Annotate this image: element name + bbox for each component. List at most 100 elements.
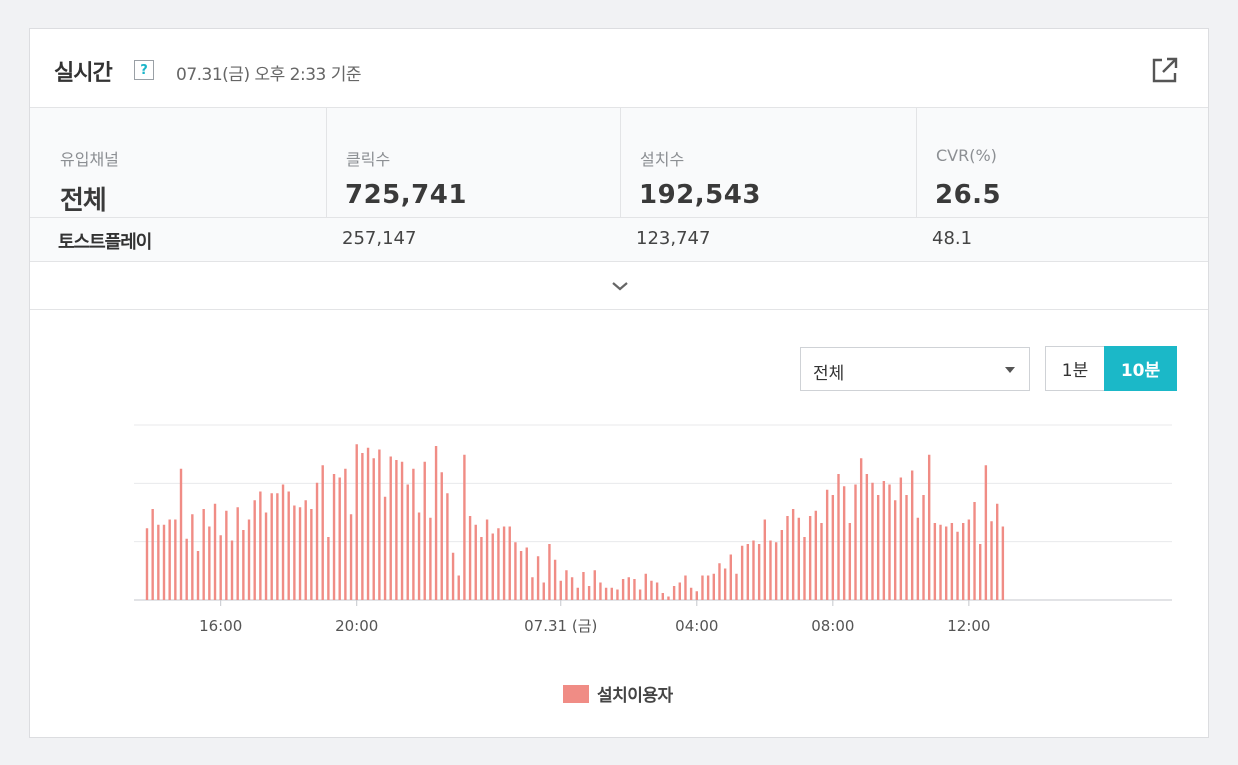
- bar[interactable]: [174, 519, 177, 601]
- interval-10min-button[interactable]: 10분: [1104, 346, 1177, 391]
- bar[interactable]: [763, 519, 767, 601]
- bar[interactable]: [820, 523, 823, 600]
- bar[interactable]: [627, 577, 630, 600]
- bar[interactable]: [270, 493, 273, 600]
- bar[interactable]: [780, 530, 784, 600]
- bar[interactable]: [383, 496, 387, 600]
- bar[interactable]: [429, 517, 432, 600]
- bar[interactable]: [157, 524, 160, 600]
- bar[interactable]: [525, 547, 528, 601]
- bar[interactable]: [587, 586, 591, 600]
- bar[interactable]: [939, 524, 942, 600]
- bar[interactable]: [225, 510, 228, 600]
- bar[interactable]: [757, 544, 761, 600]
- bar[interactable]: [859, 458, 863, 600]
- bar[interactable]: [712, 573, 715, 600]
- bar[interactable]: [933, 523, 937, 600]
- bar[interactable]: [553, 559, 557, 600]
- bar[interactable]: [548, 544, 551, 600]
- bar[interactable]: [542, 582, 545, 601]
- bar[interactable]: [287, 491, 290, 601]
- bar[interactable]: [259, 491, 262, 601]
- bar[interactable]: [202, 509, 205, 600]
- bar[interactable]: [355, 444, 358, 600]
- bar[interactable]: [684, 575, 687, 601]
- bar[interactable]: [604, 587, 608, 600]
- bar[interactable]: [219, 535, 222, 600]
- bar[interactable]: [276, 493, 279, 600]
- bar[interactable]: [973, 502, 976, 600]
- bar[interactable]: [593, 570, 596, 600]
- bar[interactable]: [293, 505, 296, 601]
- bar[interactable]: [349, 514, 353, 600]
- bar[interactable]: [842, 486, 846, 600]
- bar[interactable]: [910, 470, 914, 601]
- bar[interactable]: [519, 551, 523, 600]
- bar[interactable]: [208, 526, 211, 601]
- bar[interactable]: [423, 461, 426, 600]
- bar[interactable]: [701, 575, 704, 601]
- bar[interactable]: [361, 453, 364, 600]
- bar[interactable]: [990, 521, 993, 600]
- bar[interactable]: [168, 519, 171, 601]
- bar[interactable]: [536, 556, 540, 600]
- bar[interactable]: [599, 582, 602, 601]
- bar[interactable]: [281, 484, 285, 601]
- bar[interactable]: [769, 540, 772, 601]
- bar[interactable]: [236, 507, 239, 600]
- bar[interactable]: [825, 489, 829, 600]
- bar[interactable]: [950, 523, 954, 600]
- bar[interactable]: [531, 577, 534, 600]
- bar[interactable]: [417, 512, 421, 601]
- bar[interactable]: [485, 519, 489, 601]
- interval-1min-button[interactable]: 1분: [1045, 346, 1104, 391]
- bar[interactable]: [514, 542, 517, 600]
- bar[interactable]: [706, 575, 710, 601]
- bar[interactable]: [876, 495, 880, 600]
- bar[interactable]: [786, 516, 789, 600]
- bar[interactable]: [893, 500, 897, 600]
- bar[interactable]: [400, 461, 404, 600]
- bar[interactable]: [774, 542, 778, 600]
- bar[interactable]: [264, 512, 268, 601]
- bar[interactable]: [480, 537, 483, 600]
- bar[interactable]: [718, 563, 721, 600]
- bar[interactable]: [740, 545, 744, 600]
- bar[interactable]: [576, 587, 579, 600]
- bar[interactable]: [191, 514, 194, 600]
- bar[interactable]: [213, 503, 217, 600]
- bar[interactable]: [179, 468, 183, 600]
- bar[interactable]: [633, 579, 636, 600]
- bar[interactable]: [474, 524, 477, 600]
- bar[interactable]: [451, 552, 455, 600]
- bar[interactable]: [888, 484, 891, 601]
- bar[interactable]: [332, 474, 336, 600]
- bar[interactable]: [655, 582, 659, 601]
- bar[interactable]: [196, 551, 200, 600]
- bar[interactable]: [321, 465, 324, 600]
- bar[interactable]: [882, 481, 886, 600]
- bar[interactable]: [570, 577, 574, 600]
- bar[interactable]: [899, 477, 903, 601]
- bar[interactable]: [395, 460, 398, 600]
- bar[interactable]: [582, 572, 585, 600]
- bar[interactable]: [661, 593, 664, 600]
- bar[interactable]: [996, 503, 999, 600]
- bar[interactable]: [944, 526, 948, 601]
- bar[interactable]: [672, 586, 676, 600]
- bar[interactable]: [752, 540, 755, 601]
- bar[interactable]: [565, 570, 568, 600]
- bar[interactable]: [621, 579, 625, 600]
- bar[interactable]: [247, 519, 251, 601]
- bar[interactable]: [689, 587, 693, 600]
- bar[interactable]: [457, 575, 460, 601]
- bar[interactable]: [678, 582, 681, 601]
- bar[interactable]: [434, 446, 438, 600]
- bar[interactable]: [638, 589, 642, 601]
- expand-button[interactable]: [30, 262, 1208, 310]
- bar[interactable]: [162, 524, 166, 600]
- bar[interactable]: [412, 468, 415, 600]
- bar[interactable]: [848, 523, 852, 600]
- bar[interactable]: [905, 495, 908, 600]
- bar[interactable]: [378, 449, 381, 601]
